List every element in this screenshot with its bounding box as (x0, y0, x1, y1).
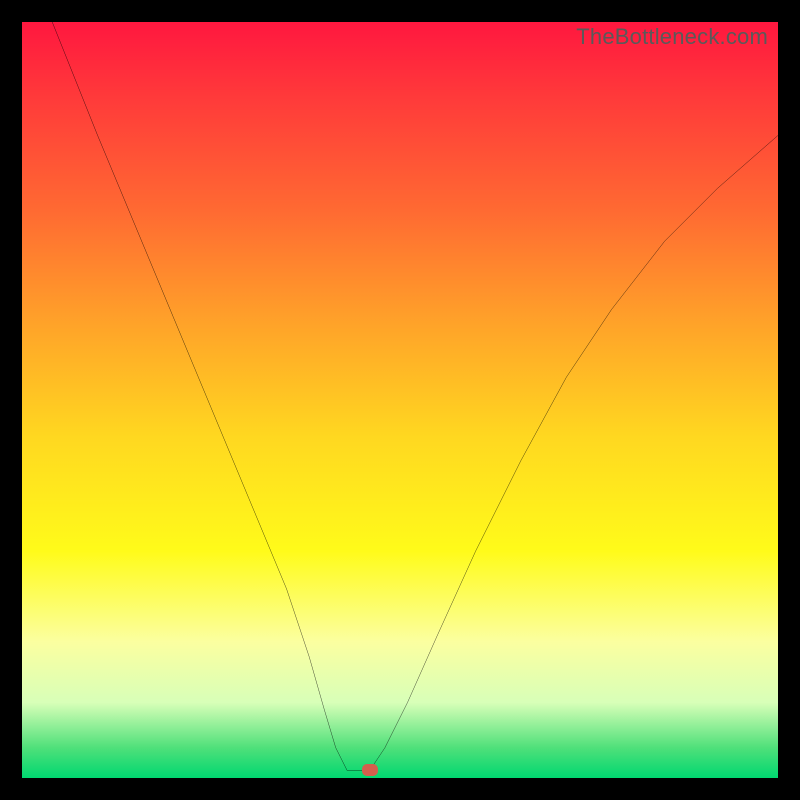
plot-area: TheBottleneck.com (22, 22, 778, 778)
bottleneck-curve (22, 22, 778, 778)
minimum-marker (362, 764, 378, 776)
curve-left-branch (52, 22, 347, 770)
chart-frame: TheBottleneck.com (0, 0, 800, 800)
curve-right-branch (370, 135, 778, 770)
